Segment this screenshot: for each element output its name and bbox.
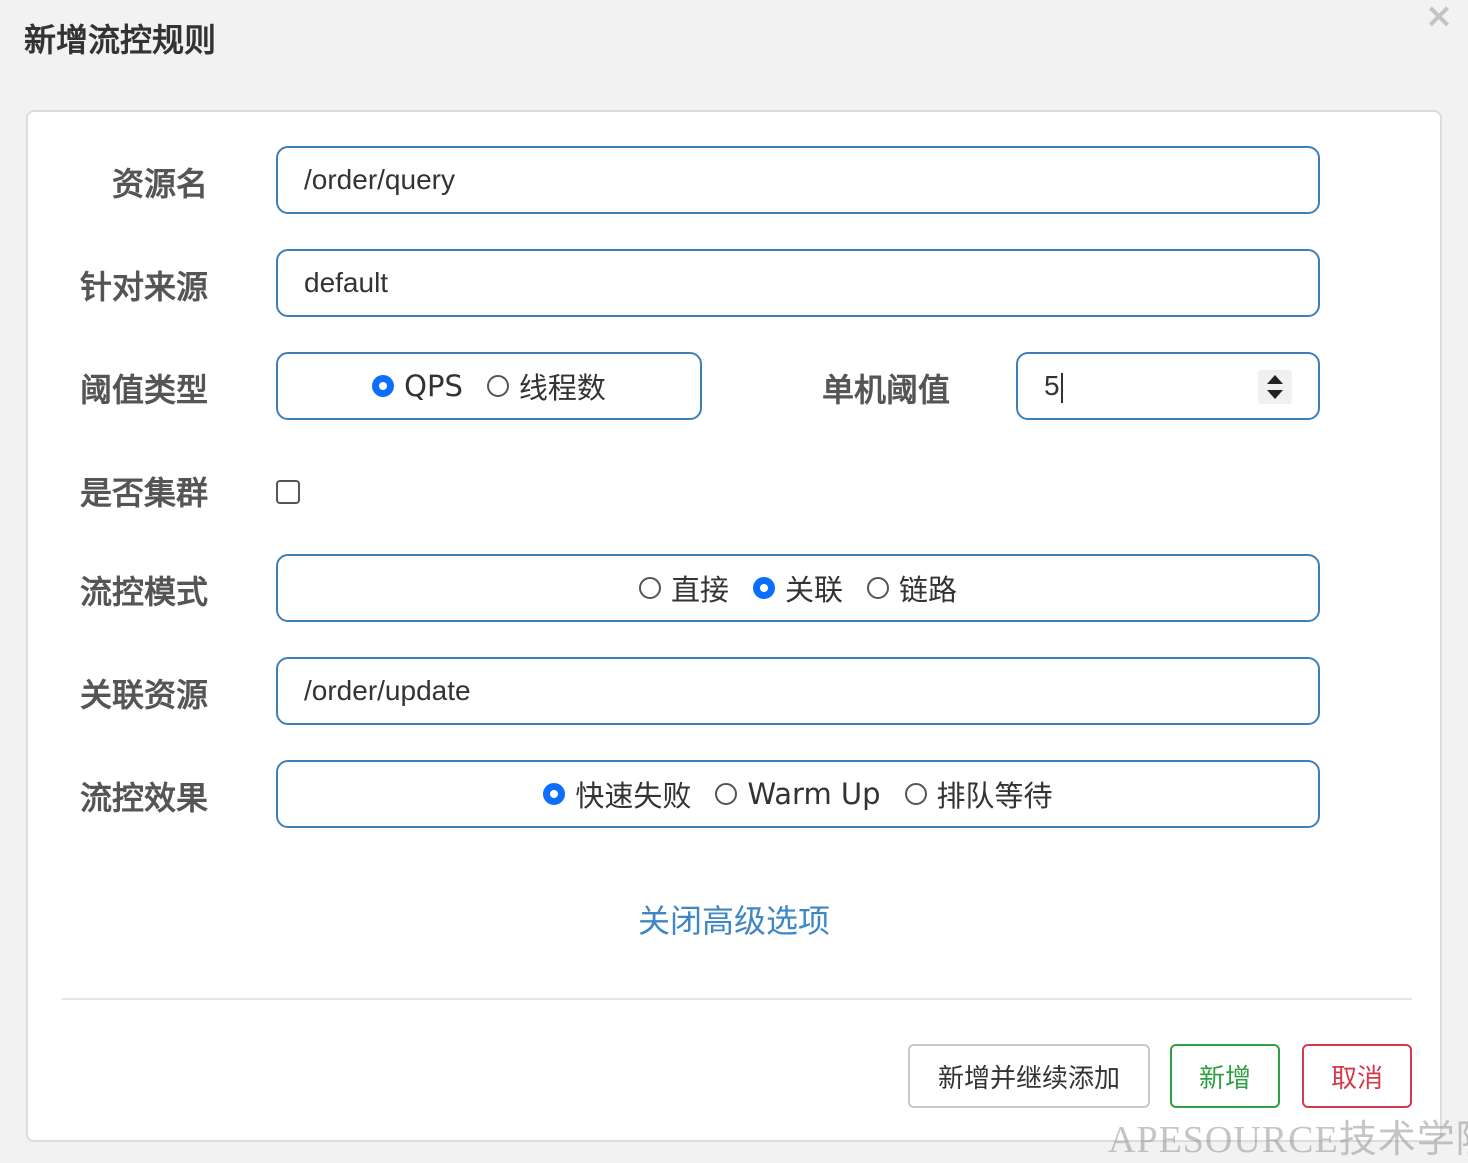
radio-unchecked-icon[interactable] xyxy=(867,577,889,599)
strategy-option-direct[interactable]: 直接 xyxy=(638,567,729,609)
cancel-button[interactable]: 取消 xyxy=(1302,1044,1412,1108)
cluster-label: 是否集群 xyxy=(79,474,208,512)
grade-label: 阈值类型 xyxy=(79,371,208,409)
ref-resource-input[interactable] xyxy=(276,657,1320,725)
strategy-option-label: 直接 xyxy=(670,573,729,607)
count-input[interactable]: 5 xyxy=(1016,352,1320,420)
add-button[interactable]: 新增 xyxy=(1170,1044,1280,1108)
footer-divider xyxy=(62,998,1412,1000)
behavior-option-fail-fast[interactable]: 快速失败 xyxy=(543,773,691,815)
strategy-radio-group: 直接 关联 链路 xyxy=(276,554,1320,622)
close-icon[interactable]: × xyxy=(1424,0,1454,36)
behavior-option-warm-up[interactable]: Warm Up xyxy=(715,777,881,811)
radio-unchecked-icon[interactable] xyxy=(904,783,927,805)
strategy-option-label: 关联 xyxy=(784,573,843,607)
control-behavior-radio-group: 快速失败 Warm Up 排队等待 xyxy=(276,760,1320,828)
watermark: APESOURCE技术学院 xyxy=(1108,1119,1468,1161)
dialog-title: 新增流控规则 xyxy=(24,21,217,59)
count-label: 单机阈值 xyxy=(821,371,950,409)
add-and-continue-button[interactable]: 新增并继续添加 xyxy=(908,1044,1150,1108)
strategy-option-chain[interactable]: 链路 xyxy=(867,567,957,609)
radio-checked-icon[interactable] xyxy=(543,783,566,805)
ref-resource-label: 关联资源 xyxy=(79,676,208,714)
strategy-option-relate[interactable]: 关联 xyxy=(752,567,843,609)
number-spinner[interactable] xyxy=(1258,370,1292,404)
radio-unchecked-icon[interactable] xyxy=(715,783,738,805)
behavior-option-label: 快速失败 xyxy=(575,779,692,813)
toggle-advanced-link[interactable]: 关闭高级选项 xyxy=(28,896,1440,942)
grade-radio-group: QPS 线程数 xyxy=(276,352,702,420)
count-value: 5 xyxy=(1044,370,1060,401)
spinner-down-icon[interactable] xyxy=(1267,390,1283,399)
rule-form-panel: 资源名 针对来源 阈值类型 QPS 线程数 单机阈值 5 是否集群 流控模式 直… xyxy=(26,110,1442,1142)
resource-label: 资源名 xyxy=(111,165,208,203)
strategy-label: 流控模式 xyxy=(79,573,208,611)
radio-unchecked-icon[interactable] xyxy=(486,375,509,397)
strategy-option-label: 链路 xyxy=(899,573,958,607)
cluster-checkbox[interactable] xyxy=(276,480,300,504)
behavior-option-queue[interactable]: 排队等待 xyxy=(904,773,1053,815)
grade-option-thread[interactable]: 线程数 xyxy=(486,365,606,407)
radio-checked-icon[interactable] xyxy=(752,577,775,599)
control-behavior-label: 流控效果 xyxy=(79,779,208,817)
limit-app-label: 针对来源 xyxy=(79,268,208,306)
resource-input[interactable] xyxy=(276,146,1320,214)
text-caret xyxy=(1060,372,1063,403)
grade-option-label: QPS xyxy=(404,369,463,403)
radio-checked-icon[interactable] xyxy=(372,375,395,397)
behavior-option-label: 排队等待 xyxy=(936,779,1053,813)
radio-unchecked-icon[interactable] xyxy=(638,577,661,599)
grade-option-label: 线程数 xyxy=(518,371,606,405)
spinner-up-icon[interactable] xyxy=(1267,375,1283,384)
behavior-option-label: Warm Up xyxy=(747,777,881,811)
limit-app-input[interactable] xyxy=(276,249,1320,317)
grade-option-qps[interactable]: QPS xyxy=(372,369,463,403)
